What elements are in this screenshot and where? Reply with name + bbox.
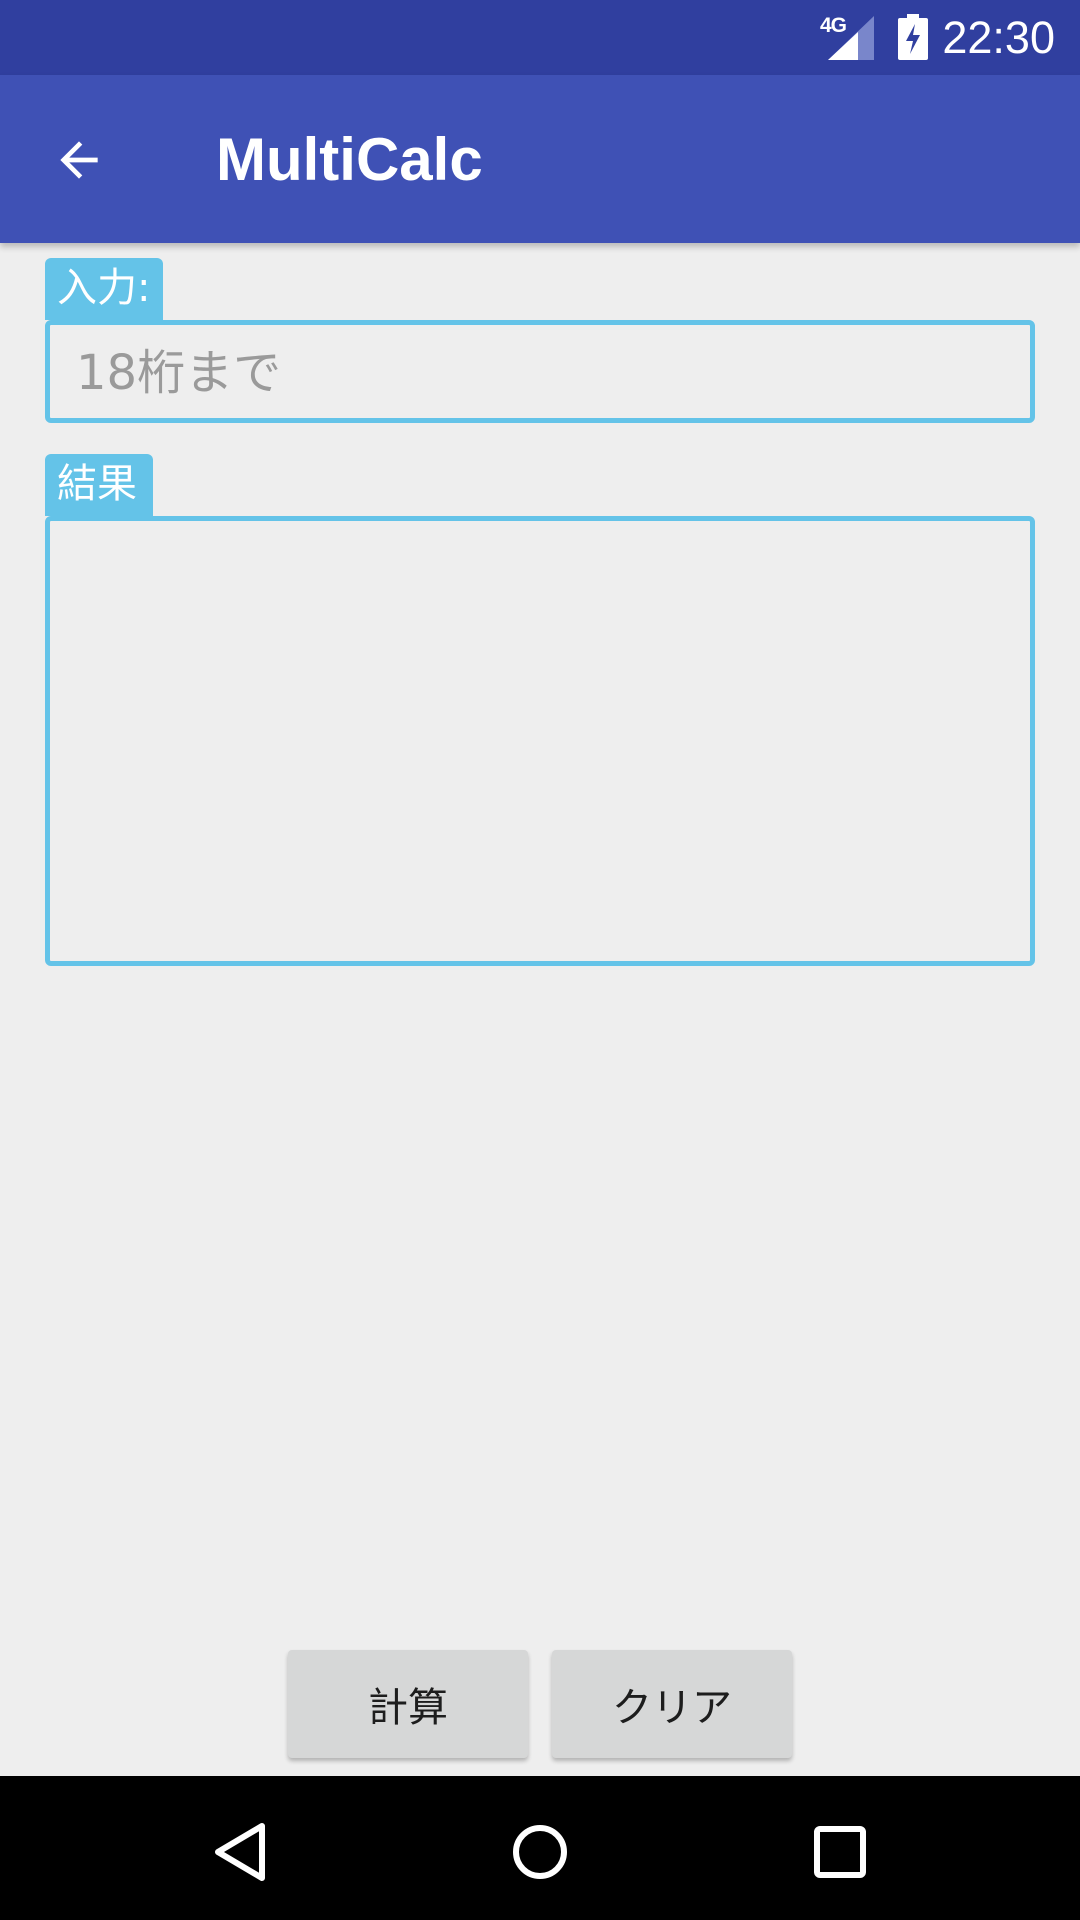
- result-label: 結果: [45, 454, 153, 516]
- app-title: MultiCalc: [216, 126, 483, 193]
- signal-icon: [828, 16, 874, 60]
- nav-recents-button[interactable]: [800, 1812, 880, 1892]
- app-bar: MultiCalc: [0, 75, 1080, 243]
- input-box: [45, 320, 1035, 423]
- status-bar: 4G 22:30: [0, 0, 1080, 75]
- number-input[interactable]: [74, 325, 998, 420]
- nav-back-icon: [215, 1823, 265, 1881]
- clock: 22:30: [942, 12, 1055, 63]
- navigation-bar: [0, 1776, 1080, 1920]
- back-button[interactable]: [44, 125, 114, 195]
- nav-home-button[interactable]: [500, 1812, 580, 1892]
- battery-charging-icon: [898, 14, 928, 60]
- nav-back-button[interactable]: [200, 1812, 280, 1892]
- input-label: 入力:: [45, 258, 163, 320]
- calculate-button[interactable]: 計算: [288, 1650, 528, 1758]
- clear-button[interactable]: クリア: [552, 1650, 792, 1758]
- nav-home-icon: [513, 1825, 567, 1879]
- nav-recents-icon: [814, 1826, 866, 1878]
- arrow-back-icon: [60, 141, 98, 179]
- screen: 4G 22:30 MultiCalc 入力: 結果 計算 クリア: [0, 0, 1080, 1920]
- result-area: [45, 516, 1035, 966]
